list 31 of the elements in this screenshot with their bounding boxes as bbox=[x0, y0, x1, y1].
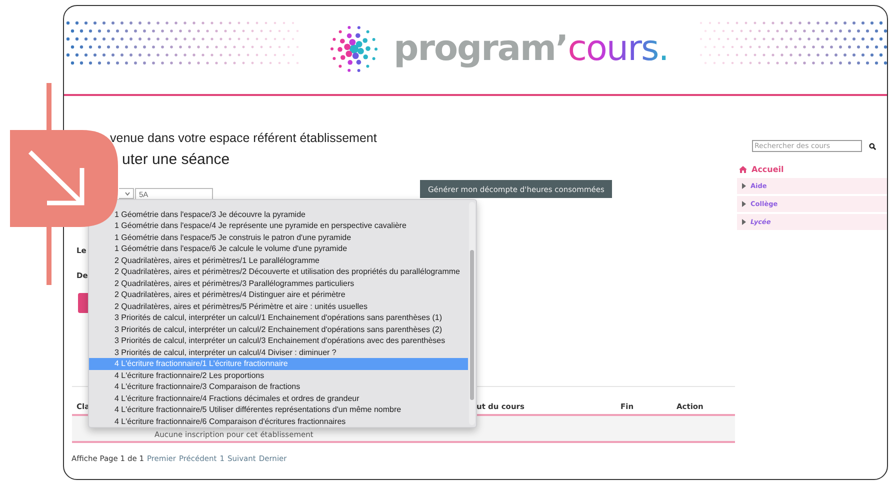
dropdown-option[interactable]: 1 Géométrie dans l'espace/4 Je représente une pyramide en perspective cavalière bbox=[110, 220, 468, 232]
dropdown-option[interactable]: 4 L'écriture fractionnaire/6 Comparaison d'écritures fractionnaires bbox=[110, 416, 468, 426]
dropdown-option[interactable]: 1 Géométrie dans l'espace/5 Je construis le patron d'une pyramide bbox=[110, 232, 468, 243]
dropdown-option[interactable]: 4 L'écriture fractionnaire/2 Les proportions bbox=[110, 370, 468, 381]
dropdown-option[interactable]: 3 Priorités de calcul, interpréter un calcul/1 Enchainement d'opérations sans parenthèses (1) bbox=[110, 312, 468, 324]
dropdown-option[interactable]: 3 Priorités de calcul, interpréter un calcul/2 Enchainement d'opérations sans parenthèses (2) bbox=[110, 324, 468, 335]
caret-icon bbox=[124, 192, 130, 196]
logo-wordmark: program’cours. bbox=[394, 29, 668, 69]
dropdown-option[interactable]: 4 L'écriture fractionnaire/4 Fractions décimales et ordres de grandeur bbox=[110, 392, 468, 404]
dropdown-option[interactable]: 2 Quadrilatères, aires et périmètres/5 Périmètre et aire : unités usuelles bbox=[110, 300, 468, 312]
triangle-icon bbox=[742, 183, 746, 189]
nav-item[interactable]: Accueil bbox=[736, 162, 887, 176]
dropdown-option[interactable]: 2 Quadrilatères, aires et périmètres/3 Parallélogrammes particuliers bbox=[110, 278, 468, 289]
search-icon[interactable] bbox=[868, 142, 876, 150]
scrollbar[interactable] bbox=[468, 202, 474, 424]
dropdown-option[interactable]: 2 Quadrilatères, aires et périmètres/1 Le parallélogramme bbox=[110, 254, 468, 266]
triangle-icon bbox=[742, 219, 746, 225]
welcome-text: venue dans votre espace référent établissement bbox=[110, 131, 377, 145]
dropdown-option[interactable]: 4 L'écriture fractionnaire/3 Comparaison de fractions bbox=[110, 381, 468, 392]
dropdown-option[interactable]: 3 Priorités de calcul, interpréter un calcul/4 Diviser : diminuer ? bbox=[110, 346, 468, 358]
logo-icon bbox=[328, 23, 380, 75]
dropdown-option[interactable]: 1 Géométrie dans l'espace/3 Je découvre la pyramide bbox=[110, 208, 468, 220]
dropdown-option[interactable]: 4 L'écriture fractionnaire/5 Utiliser différentes représentations d'un même nombre bbox=[110, 404, 468, 416]
dropdown-option[interactable]: 2 Quadrilatères, aires et périmètres/2 Découverte et utilisation des propriétés du parallélogramme bbox=[110, 266, 468, 278]
action-button[interactable] bbox=[78, 293, 88, 313]
dropdown-option[interactable]: 2 Quadrilatères, aires et périmètres/4 Distinguer aire et périmètre bbox=[110, 289, 468, 300]
dropdown-option[interactable]: 1 Géométrie dans l'espace/6 Je calcule le volume d'une pyramide bbox=[110, 243, 468, 254]
dropdown-option[interactable]: 3 Priorités de calcul, interpréter un calcul/3 Enchainement d'opérations avec des parenthèses bbox=[110, 335, 468, 346]
page-heading: uter une séance bbox=[122, 151, 230, 168]
triangle-icon bbox=[742, 201, 746, 207]
home-icon bbox=[738, 166, 746, 172]
